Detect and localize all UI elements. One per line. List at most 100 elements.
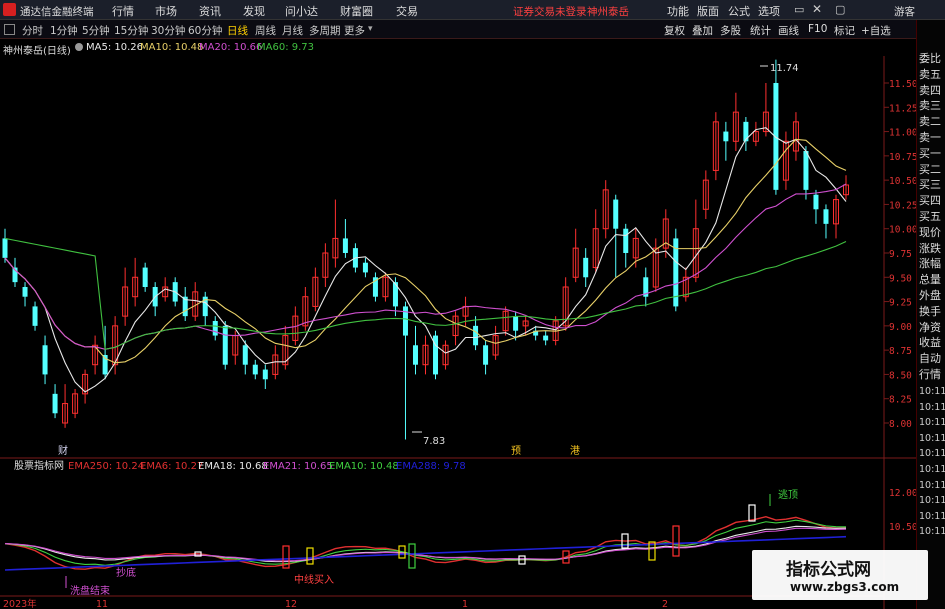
tab-30min[interactable]: 30分钟 — [151, 23, 185, 38]
close-icon[interactable]: ✕ — [812, 2, 822, 16]
sidebar-time: 10:11 — [919, 432, 945, 444]
layout-icon[interactable] — [4, 24, 15, 35]
sidebar-item[interactable]: 行情 — [919, 366, 941, 382]
price-tick-label: 9.25 — [889, 298, 912, 309]
candle-body-down — [583, 257, 589, 278]
toolbar-draw[interactable]: 画线 — [778, 23, 799, 38]
menu-function[interactable]: 功能 — [667, 3, 689, 19]
candle-body-down — [22, 286, 28, 297]
sidebar-item[interactable]: 卖四 — [919, 82, 941, 98]
menu-layout[interactable]: 版面 — [697, 3, 719, 19]
toolbar-f10[interactable]: F10 — [808, 23, 827, 35]
sidebar-item[interactable]: 买五 — [919, 208, 941, 224]
ema6-label: EMA6: 10.27 — [140, 461, 203, 472]
menu-market[interactable]: 行情 — [112, 3, 134, 19]
ma20-label: MA20: 10.66 — [199, 42, 263, 53]
restore-icon[interactable]: ▢ — [835, 3, 845, 16]
marker-hk[interactable]: 港 — [570, 445, 580, 457]
candle-body-down — [342, 238, 348, 253]
marker-finance[interactable]: 财 — [58, 444, 68, 457]
tab-15min[interactable]: 15分钟 — [114, 23, 148, 38]
menu-formula[interactable]: 公式 — [728, 3, 750, 19]
candle-body-down — [412, 345, 418, 365]
price-tick-label: 8.25 — [889, 395, 912, 406]
sidebar-item[interactable]: 换手 — [919, 303, 941, 319]
toolbar-stats[interactable]: 统计 — [750, 23, 771, 38]
toolbar-add-watchlist[interactable]: +自选 — [861, 23, 891, 38]
ema288-line — [4, 535, 847, 571]
tab-5min[interactable]: 5分钟 — [82, 23, 110, 38]
sidebar-item[interactable]: 买四 — [919, 192, 941, 208]
tab-60min[interactable]: 60分钟 — [188, 23, 222, 38]
annotation-bottom-fish: 抄底 — [116, 566, 136, 579]
price-tick-label: 10.00 — [889, 225, 916, 236]
sidebar-time: 10:11 — [919, 448, 945, 460]
sidebar-item[interactable]: 卖二 — [919, 113, 941, 129]
main-indicator-bar: 神州泰岳(日线) MA5: 10.26 MA10: 10.48 MA20: 10… — [0, 39, 915, 57]
high-price-label: 11.74 — [770, 63, 799, 74]
tab-weekly[interactable]: 周线 — [255, 23, 276, 38]
sidebar-item[interactable]: 总量 — [919, 271, 941, 287]
sidebar-item[interactable]: 委比 — [919, 50, 941, 66]
toolbar-mark[interactable]: 标记 — [834, 23, 855, 38]
annotation-mid-buy: 中线买入 — [294, 573, 334, 586]
menu-exchange[interactable]: 市场 — [155, 3, 177, 19]
toolbar-multi-stock[interactable]: 多股 — [720, 23, 741, 38]
toolbar-overlay[interactable]: 叠加 — [692, 23, 713, 38]
tab-multi-period[interactable]: 多周期 — [309, 23, 341, 38]
sidebar-time: 10:11 — [919, 464, 945, 475]
marker-forecast[interactable]: 预 — [511, 445, 521, 457]
date-nov: 11 — [96, 599, 108, 609]
sidebar-item[interactable]: 现价 — [919, 224, 941, 240]
toolbar-adjust[interactable]: 复权 — [664, 23, 685, 38]
tab-1min[interactable]: 1分钟 — [50, 23, 78, 38]
menu-trade[interactable]: 交易 — [396, 3, 418, 19]
sidebar-item[interactable]: 买二 — [919, 161, 941, 177]
menu-options[interactable]: 选项 — [758, 3, 780, 19]
sidebar-item[interactable]: 卖一 — [919, 129, 941, 145]
candle-body-down — [813, 194, 819, 210]
sidebar-item[interactable]: 净资 — [919, 319, 941, 335]
date-jan: 1 — [462, 599, 468, 609]
sidebar-item[interactable]: 收益 — [919, 334, 941, 350]
candle-body-down — [723, 131, 729, 142]
sidebar-item[interactable]: 卖三 — [919, 97, 941, 113]
candle-body-down — [42, 345, 48, 375]
tab-intraday[interactable]: 分时 — [22, 23, 43, 38]
candle-body-down — [513, 316, 519, 331]
chart-area[interactable]: 11.50 11.25 11.00 10.75 10.50 10.25 10.00 9.75 9… — [0, 56, 916, 609]
price-tick-label: 10.25 — [889, 200, 916, 211]
tab-more[interactable]: 更多 — [344, 23, 365, 38]
sidebar-item[interactable]: 买三 — [919, 176, 941, 192]
title-bar: 通达信金融终端 行情 市场 资讯 发现 问小达 财富圈 交易 证券交易未登录 神… — [0, 0, 945, 20]
login-notice[interactable]: 证券交易未登录 — [513, 4, 587, 19]
price-tick-label: 11.50 — [889, 79, 916, 90]
sidebar-item[interactable]: 涨幅 — [919, 255, 941, 271]
minimize-icon[interactable]: ▭ — [794, 3, 804, 16]
more-dropdown-icon[interactable]: ▾ — [368, 24, 373, 34]
price-tick-label: 10.50 — [889, 176, 916, 187]
sidebar-item[interactable]: 外盘 — [919, 287, 941, 303]
sidebar-item[interactable]: 买一 — [919, 145, 941, 161]
price-tick-label: 11.25 — [889, 103, 916, 114]
sidebar-item[interactable]: 卖五 — [919, 66, 941, 82]
sidebar-item[interactable]: 自动 — [919, 350, 941, 366]
ma60-line — [4, 237, 847, 350]
tab-daily[interactable]: 日线 — [227, 23, 248, 38]
menu-discover[interactable]: 发现 — [243, 3, 265, 19]
sidebar-time: 10:11 — [919, 417, 945, 429]
candle-body-down — [402, 306, 408, 336]
price-tick-label: 9.50 — [889, 273, 912, 284]
menu-news[interactable]: 资讯 — [199, 3, 221, 19]
tab-monthly[interactable]: 月线 — [282, 23, 303, 38]
date-dec: 12 — [285, 599, 297, 609]
settings-dot-icon[interactable] — [75, 43, 83, 51]
sidebar-item[interactable]: 涨跌 — [919, 240, 941, 256]
indicator-tick-label: 12.00 — [889, 488, 916, 499]
candle-body-down — [212, 320, 218, 336]
ema10-label: EMA10: 10.48 — [329, 461, 399, 472]
low-price-label: 7.83 — [423, 436, 445, 447]
guest-user[interactable]: 游客 — [894, 4, 915, 19]
menu-ask[interactable]: 问小达 — [285, 3, 318, 19]
menu-wealth[interactable]: 财富圈 — [340, 3, 373, 19]
